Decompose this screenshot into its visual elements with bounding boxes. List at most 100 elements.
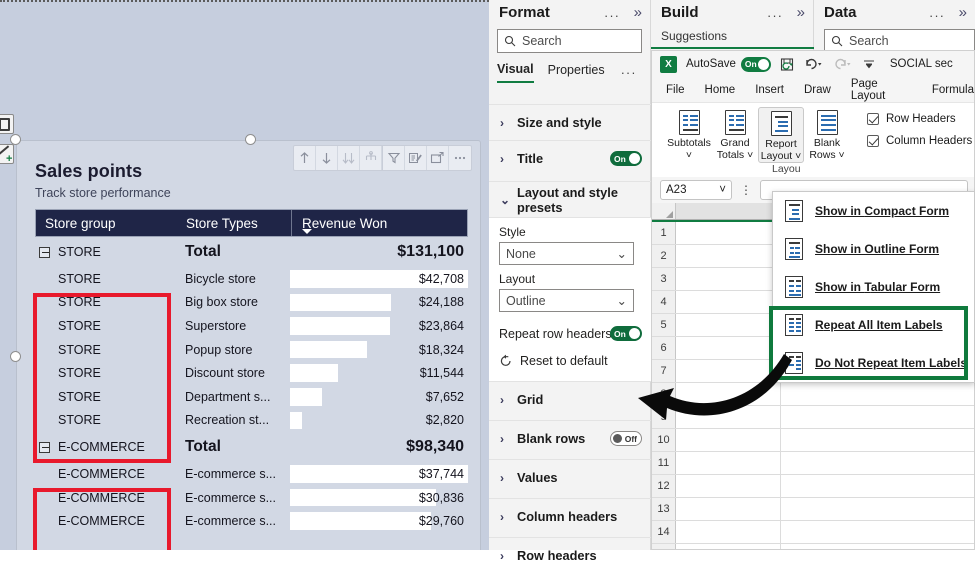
matrix-row[interactable]: E-COMMERCE E-commerce s... $37,744 [35, 462, 468, 486]
matrix-group-cell[interactable]: STORE [35, 343, 185, 357]
row-number[interactable]: 13 [652, 498, 676, 520]
focus-mode-icon[interactable] [427, 146, 449, 170]
matrix-group-cell[interactable]: STORE [35, 245, 185, 259]
grand-totals-button[interactable]: Grand Totals ˅ [712, 107, 758, 163]
more-options-icon[interactable] [449, 146, 471, 170]
row-number[interactable]: 10 [652, 429, 676, 451]
spreadsheet-cell[interactable] [781, 475, 974, 497]
drill-down-icon[interactable] [316, 146, 338, 170]
row-number[interactable]: 5 [652, 314, 676, 336]
expand-all-icon[interactable] [338, 146, 360, 170]
column-header-store-group[interactable]: Store group [36, 216, 186, 231]
row-headers-checkbox-row[interactable]: Row Headers [867, 113, 972, 125]
collapse-icon[interactable] [39, 441, 50, 453]
column-header-revenue-won[interactable]: Revenue Won [291, 210, 467, 236]
ribbon-tab-insert[interactable]: Insert [755, 84, 784, 96]
repeat-row-headers-row[interactable]: Repeat row headers On [489, 319, 651, 348]
column-header-cell[interactable] [675, 203, 781, 219]
spreadsheet-cell[interactable] [676, 314, 781, 336]
title-toggle[interactable]: On [610, 151, 642, 166]
matrix-group-cell[interactable]: STORE [35, 295, 185, 309]
matrix-visual[interactable]: Sales points Track store performance Sto… [16, 140, 481, 550]
matrix-row[interactable]: STORE Recreation st... $2,820 [35, 409, 468, 433]
spreadsheet-row[interactable]: 11 [652, 452, 974, 475]
excel-quick-access-toolbar[interactable]: X AutoSave On SOCIAL sec [652, 51, 974, 77]
matrix-group-cell[interactable]: STORE [35, 319, 185, 333]
section-column-headers[interactable]: › Column headers [489, 498, 651, 534]
spreadsheet-cell[interactable] [676, 544, 781, 549]
matrix-table[interactable]: Store group Store Types Revenue Won STOR… [35, 209, 468, 550]
matrix-row[interactable]: STORE Big box store $24,188 [35, 291, 468, 315]
matrix-group-cell[interactable]: STORE [35, 390, 185, 404]
spreadsheet-row[interactable]: 13 [652, 498, 974, 521]
section-title[interactable]: › Title On [489, 140, 651, 176]
matrix-row[interactable]: STORE Superstore $23,864 [35, 314, 468, 338]
customize-quick-access-icon[interactable] [862, 58, 876, 70]
matrix-group-cell[interactable]: STORE [35, 272, 185, 286]
spreadsheet-cell[interactable] [676, 291, 781, 313]
matrix-row[interactable]: STORE Discount store $11,544 [35, 361, 468, 385]
subtotals-button[interactable]: Subtotals ˅ [666, 107, 712, 163]
row-number[interactable]: 11 [652, 452, 676, 474]
matrix-body[interactable]: STORE Total $131,100 STORE Bicycle store $42,… [35, 237, 468, 533]
menu-item-compact-form[interactable]: Show in Compact Form [773, 192, 974, 230]
matrix-group-cell[interactable]: STORE [35, 413, 185, 427]
visual-header-toolbar[interactable] [293, 145, 472, 171]
format-pane-collapse-icon[interactable]: » [634, 4, 642, 21]
matrix-total-row[interactable]: STORE Total $131,100 [35, 237, 468, 267]
build-pane-more-icon[interactable]: ··· [767, 8, 783, 23]
powerbi-report-canvas[interactable]: + Sales points Track store performance S… [0, 0, 489, 550]
format-pane-more-icon[interactable]: ··· [604, 8, 620, 23]
resize-handle-top-left[interactable] [10, 134, 21, 145]
spreadsheet-cell[interactable] [676, 268, 781, 290]
row-number[interactable]: 14 [652, 521, 676, 543]
format-pane[interactable]: Format ··· » Search Visual Properties ··… [489, 0, 651, 563]
blank-rows-button[interactable]: Blank Rows ˅ [804, 107, 850, 163]
ribbon-tab-draw[interactable]: Draw [804, 84, 831, 96]
column-headers-checkbox[interactable] [867, 135, 879, 147]
spreadsheet-cell[interactable] [676, 498, 781, 520]
spreadsheet-cell[interactable] [676, 475, 781, 497]
repeat-row-headers-toggle[interactable]: On [610, 326, 642, 341]
row-number[interactable]: 2 [652, 245, 676, 267]
row-number[interactable]: 12 [652, 475, 676, 497]
report-layout-button[interactable]: Report Layout ˅ [758, 107, 804, 163]
reset-to-default-row[interactable]: Reset to default [489, 346, 651, 381]
section-blank-rows[interactable]: › Blank rows Off [489, 420, 651, 456]
spreadsheet-cell[interactable] [781, 429, 974, 451]
matrix-row[interactable]: STORE Department s... $7,652 [35, 385, 468, 409]
matrix-row[interactable]: E-COMMERCE E-commerce s... $30,836 [35, 486, 468, 510]
menu-item-tabular-form[interactable]: Show in Tabular Form [773, 268, 974, 306]
spreadsheet-cell[interactable] [676, 452, 781, 474]
ribbon-tab-file[interactable]: File [666, 84, 685, 96]
spreadsheet-cell[interactable] [676, 245, 781, 267]
drill-mode-icon[interactable] [360, 146, 382, 170]
layout-dropdown[interactable]: Outline ⌄ [499, 289, 634, 312]
spreadsheet-cell[interactable] [781, 544, 974, 549]
spreadsheet-cell[interactable] [781, 521, 974, 543]
menu-item-outline-form[interactable]: Show in Outline Form [773, 230, 974, 268]
format-pane-tabs[interactable]: Visual Properties ··· [497, 62, 647, 83]
ribbon-tab-page-layout[interactable]: Page Layout [851, 78, 912, 102]
spreadsheet-row[interactable]: 14 [652, 521, 974, 544]
matrix-row[interactable]: E-COMMERCE E-commerce s... $29,760 [35, 509, 468, 533]
excel-ribbon-tabs[interactable]: File Home Insert Draw Page Layout Formul… [652, 77, 974, 102]
row-headers-checkbox[interactable] [867, 113, 879, 125]
row-number[interactable]: 3 [652, 268, 676, 290]
formula-bar-menu-icon[interactable]: ⋮ [740, 183, 752, 197]
matrix-group-cell[interactable]: STORE [35, 366, 185, 380]
style-dropdown[interactable]: None ⌄ [499, 242, 634, 265]
chevron-down-icon[interactable]: ˅ [686, 149, 692, 162]
matrix-column-headers[interactable]: Store group Store Types Revenue Won [35, 209, 468, 237]
excel-ribbon[interactable]: Subtotals ˅ Grand Totals ˅ Report Layout… [652, 102, 974, 177]
resize-handle-top-middle[interactable] [245, 134, 256, 145]
format-search-input[interactable]: Search [497, 29, 642, 53]
build-pane-collapse-icon[interactable]: » [797, 4, 805, 21]
autosave-toggle[interactable]: On [740, 56, 771, 72]
matrix-row[interactable]: STORE Popup store $18,324 [35, 338, 468, 362]
matrix-group-cell[interactable]: E-COMMERCE [35, 491, 185, 505]
chevron-down-icon[interactable]: ˅ [719, 184, 726, 196]
matrix-row[interactable]: STORE Bicycle store $42,708 [35, 267, 468, 291]
sort-descending-icon[interactable] [302, 229, 312, 234]
spreadsheet-row[interactable]: 12 [652, 475, 974, 498]
